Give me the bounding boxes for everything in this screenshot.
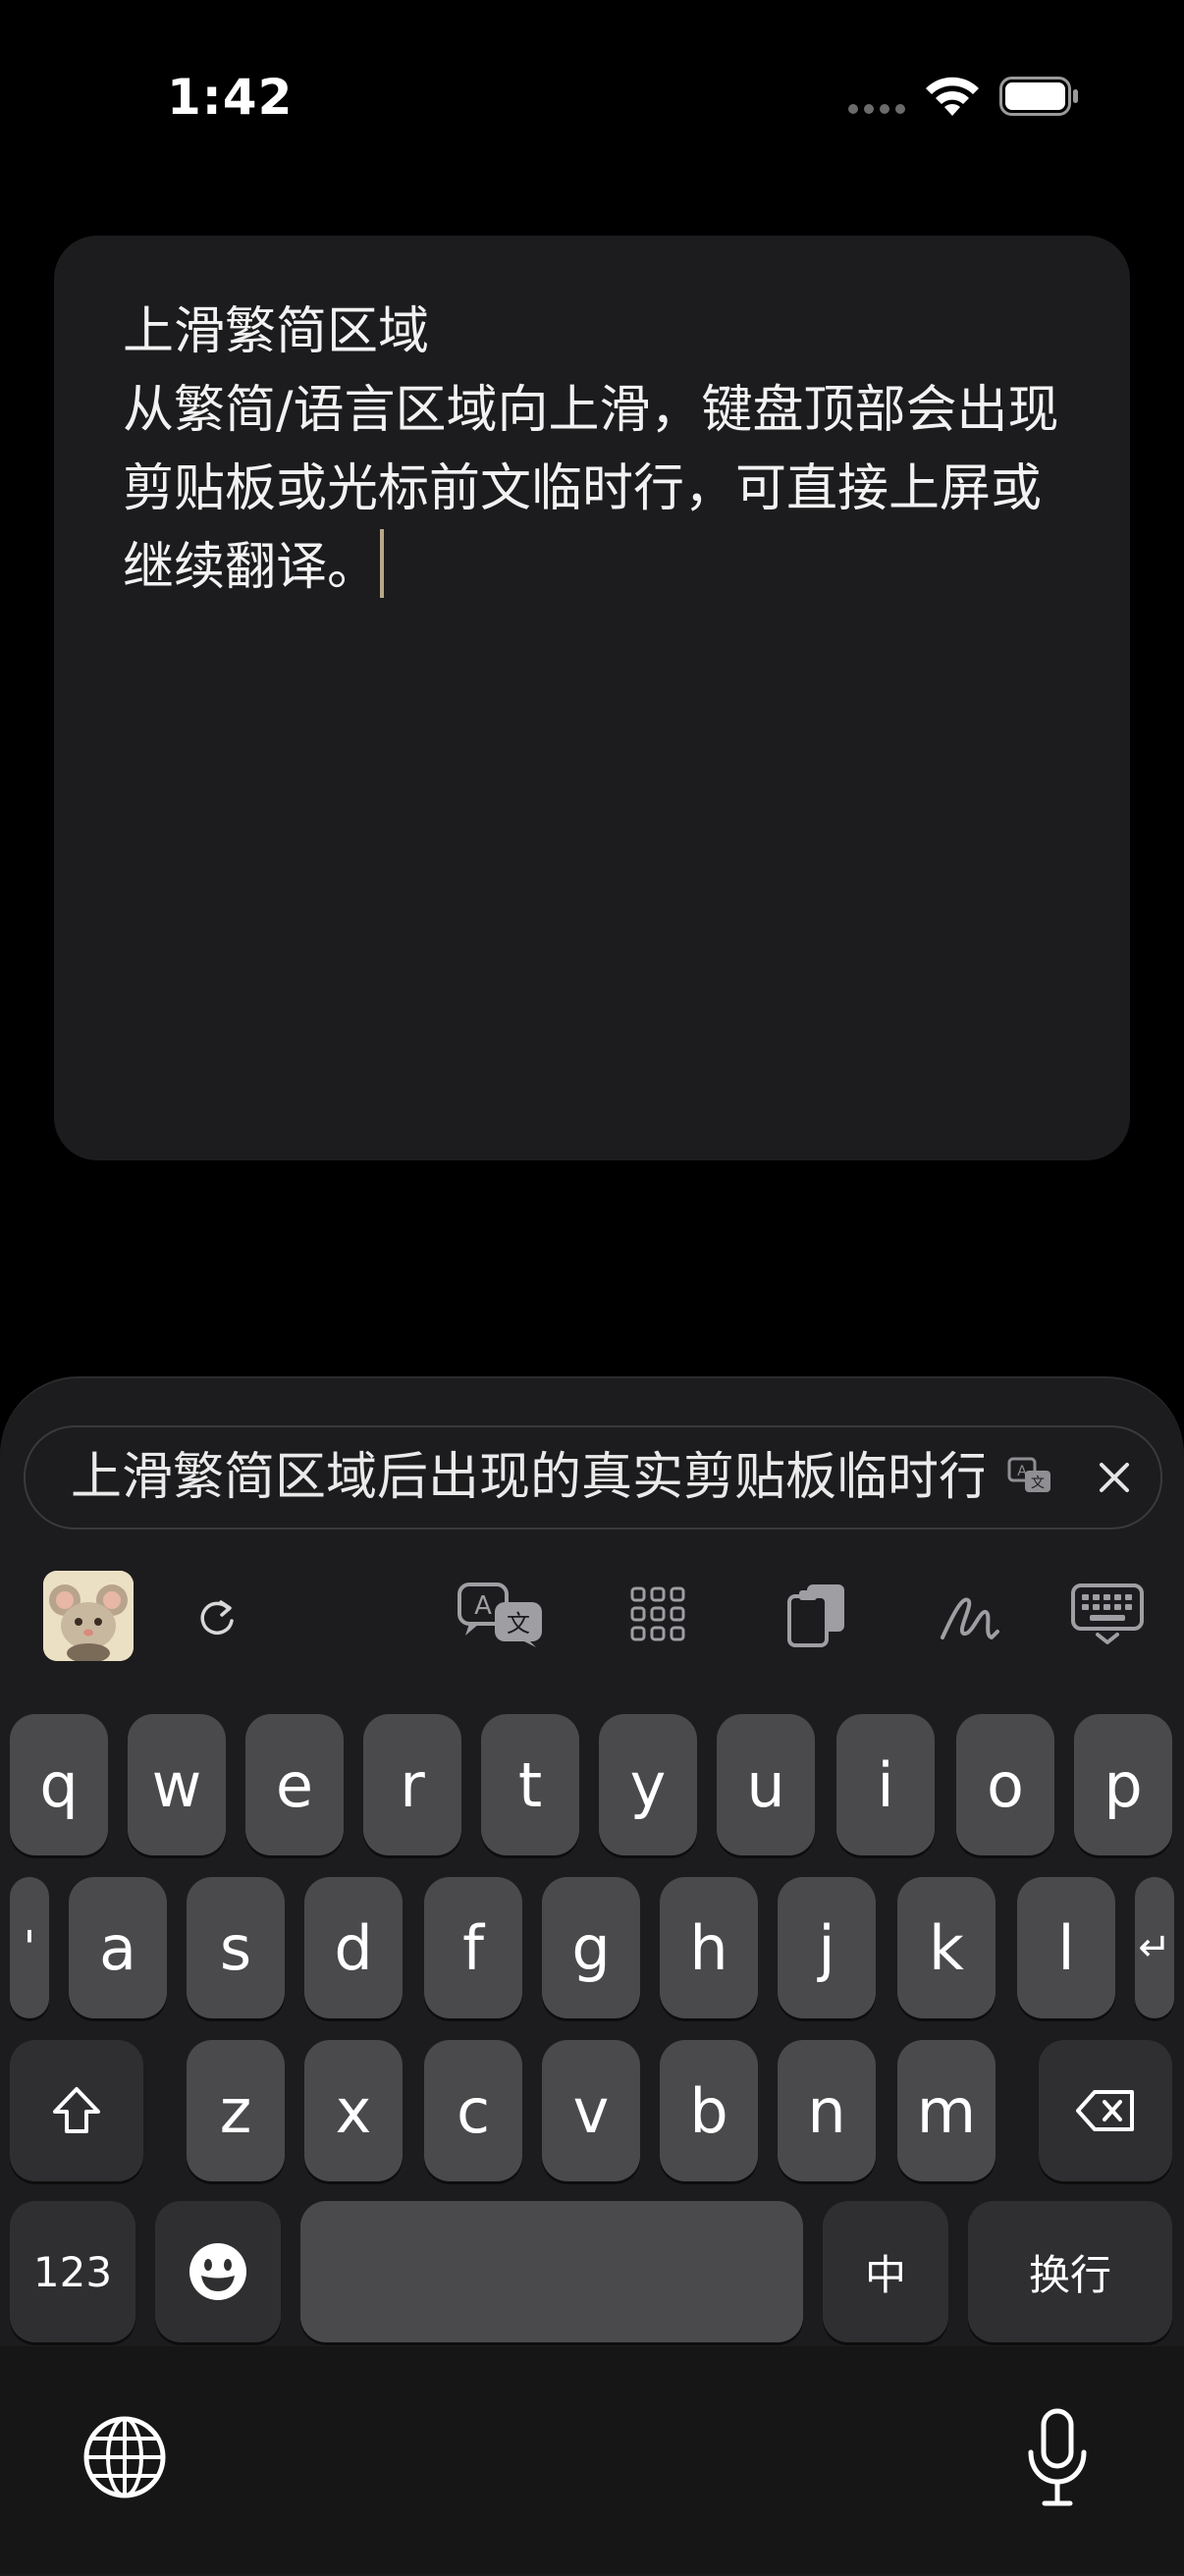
globe-icon[interactable]	[82, 2415, 167, 2499]
key-a[interactable]: a	[69, 1877, 167, 2018]
shift-key[interactable]	[10, 2040, 143, 2181]
key-t[interactable]: t	[481, 1714, 579, 1855]
keyboard-bottom-area	[0, 2346, 1184, 2574]
key-m[interactable]: m	[897, 2040, 996, 2181]
svg-text:A: A	[474, 1591, 492, 1621]
note-text-content: 上滑繁简区域 从繁简/语言区域向上滑，键盘顶部会出现剪贴板或光标前文临时行，可直…	[123, 293, 1085, 607]
key-c[interactable]: c	[424, 2040, 522, 2181]
shift-icon	[53, 2087, 100, 2133]
key-l[interactable]: l	[1017, 1877, 1115, 2018]
key-j[interactable]: j	[778, 1877, 876, 2018]
svg-text:文: 文	[507, 1610, 530, 1637]
language-key[interactable]: 中	[823, 2201, 948, 2342]
wifi-icon	[926, 77, 979, 116]
note-text: 上滑繁简区域 从繁简/语言区域向上滑，键盘顶部会出现剪贴板或光标前文临时行，可直…	[123, 302, 1059, 597]
clipboard-temp-text[interactable]: 上滑繁简区域后出现的真实剪贴板临时行	[71, 1447, 984, 1508]
cellular-signal-icon	[848, 104, 905, 114]
key-q[interactable]: q	[10, 1714, 108, 1855]
status-time: 1:42	[167, 69, 294, 126]
text-caret	[380, 529, 385, 598]
translate-icon[interactable]: A 文	[1007, 1457, 1052, 1496]
key-o[interactable]: o	[956, 1714, 1054, 1855]
key-g[interactable]: g	[542, 1877, 640, 2018]
grid-icon[interactable]	[628, 1584, 687, 1643]
app-avatar[interactable]	[43, 1571, 134, 1661]
key-i[interactable]: i	[836, 1714, 935, 1855]
keyboard-hide-icon[interactable]	[1070, 1583, 1145, 1645]
note-text-area[interactable]: 上滑繁简区域 从繁简/语言区域向上滑，键盘顶部会出现剪贴板或光标前文临时行，可直…	[54, 236, 1130, 1160]
refresh-icon[interactable]	[194, 1594, 240, 1639]
key-p[interactable]: p	[1074, 1714, 1172, 1855]
key-r[interactable]: r	[363, 1714, 461, 1855]
close-icon[interactable]	[1094, 1457, 1135, 1498]
emoji-icon	[189, 2243, 246, 2300]
key-w[interactable]: w	[128, 1714, 226, 1855]
key-e[interactable]: e	[245, 1714, 344, 1855]
battery-icon	[999, 77, 1078, 116]
key-b[interactable]: b	[660, 2040, 758, 2181]
svg-text:文: 文	[1031, 1476, 1045, 1491]
clipboard-temp-row[interactable]: 上滑繁简区域后出现的真实剪贴板临时行 A 文	[24, 1425, 1162, 1530]
key-x[interactable]: x	[304, 2040, 403, 2181]
key-n[interactable]: n	[778, 2040, 876, 2181]
key-v[interactable]: v	[542, 2040, 640, 2181]
delete-key[interactable]	[1039, 2040, 1172, 2181]
handwriting-icon[interactable]	[939, 1586, 1001, 1645]
emoji-key[interactable]	[155, 2201, 281, 2342]
numbers-key[interactable]: 123	[10, 2201, 135, 2342]
key-y[interactable]: y	[599, 1714, 697, 1855]
key-apostrophe[interactable]: '	[10, 1877, 49, 2018]
backspace-icon	[1076, 2090, 1134, 2131]
key-u[interactable]: u	[717, 1714, 815, 1855]
key-k[interactable]: k	[897, 1877, 996, 2018]
translate-mode-icon[interactable]: A 文	[456, 1581, 548, 1647]
return-key[interactable]: 换行	[968, 2201, 1172, 2342]
key-h[interactable]: h	[660, 1877, 758, 2018]
key-z[interactable]: z	[187, 2040, 285, 2181]
key-s[interactable]: s	[187, 1877, 285, 2018]
microphone-icon[interactable]	[1025, 2407, 1090, 2509]
clipboard-icon[interactable]	[785, 1581, 848, 1649]
key-return-small[interactable]: ↵	[1135, 1877, 1174, 2018]
space-key[interactable]	[300, 2201, 803, 2342]
key-d[interactable]: d	[304, 1877, 403, 2018]
key-f[interactable]: f	[424, 1877, 522, 2018]
